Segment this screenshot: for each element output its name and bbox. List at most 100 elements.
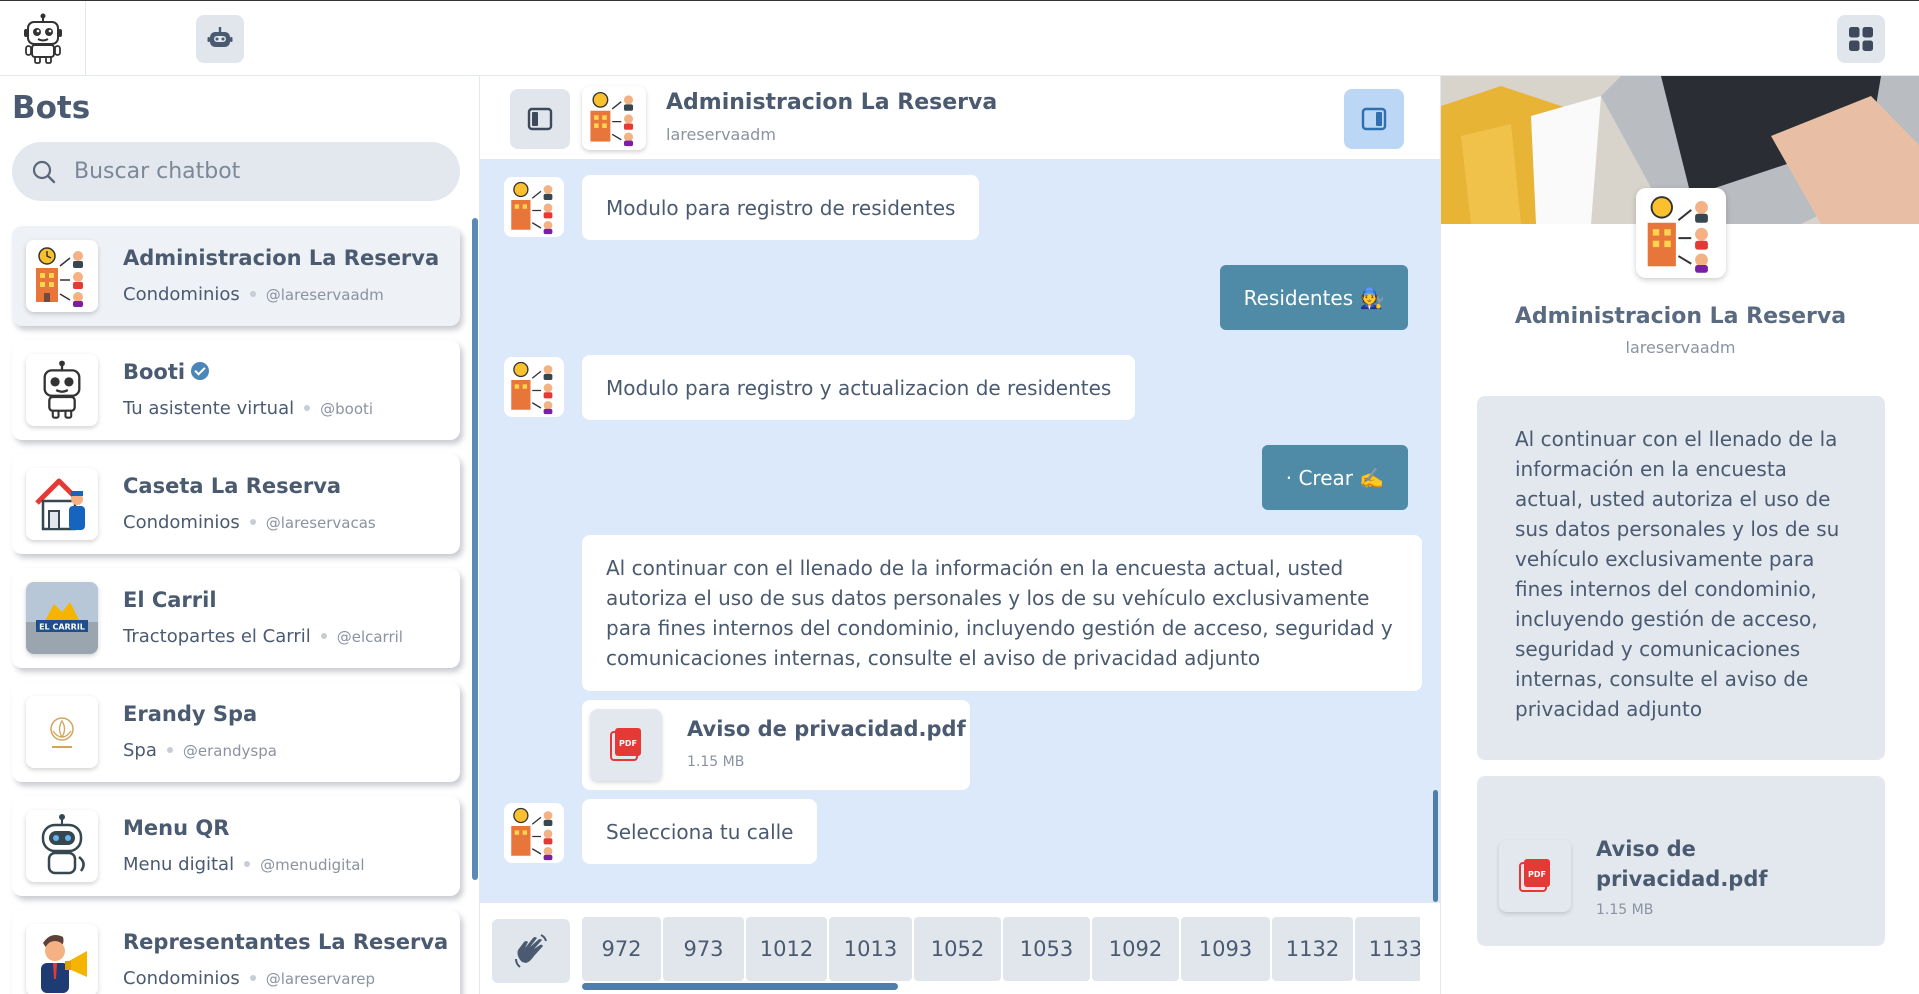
option-button[interactable]: 1132 [1272,917,1353,981]
option-button[interactable]: 973 [663,917,744,981]
separator-dot [249,974,256,981]
bot-card-el-carril[interactable]: EL CARRIL El Carril Tractopartes el Carr… [12,568,460,668]
bot-handle: @booti [320,400,374,418]
spa-lotus-logo [50,717,74,748]
bot-card-representantes-la-reserva[interactable]: Representantes La Reserva Condominios @la… [12,910,460,994]
file-attachment[interactable]: PDF Aviso de privacidad.pdf 1.15 MB [582,700,970,790]
bot-avatar [26,468,98,540]
bot-category: Condominios [123,968,240,989]
sidebar-scrollbar[interactable] [472,218,478,880]
bot-category: Condominios [123,512,240,533]
bot-name: Menu QR [123,816,230,840]
option-button[interactable]: 972 [582,917,661,981]
bot-meta: Menu digital @menudigital [123,854,365,875]
separator-dot [320,632,327,639]
bot-name: Erandy Spa [123,702,258,726]
bot-category: Tractopartes el Carril [123,626,311,647]
bot-name: Caseta La Reserva [123,474,342,498]
option-button[interactable]: 1013 [829,917,912,981]
separator-dot [166,746,173,753]
bot-handle: @elcarril [336,628,403,646]
bot-card-erandy-spa[interactable]: Erandy Spa Spa @erandyspa [12,682,460,782]
bot-name: Representantes La Reserva [123,930,449,954]
option-button[interactable]: 1012 [746,917,827,981]
panel-file-size: 1.15 MB [1596,902,1654,918]
bot-card-booti[interactable]: Booti Tu asistente virtual @booti [12,340,460,440]
option-button[interactable]: 1093 [1181,917,1270,981]
bot-message-privacy: Al continuar con el llenado de la inform… [582,535,1422,691]
toggle-sidebar-button[interactable] [510,89,570,149]
chat-header: Administracion La Reserva lareservaadm [480,76,1440,160]
street-options: 972 973 1012 1013 1052 1053 1092 1093 1132 1133 [582,917,1420,981]
wave-button[interactable] [492,919,570,983]
panel-bot-avatar [1636,188,1726,278]
sidebar-title: Bots [12,90,91,126]
bot-meta: Spa @erandyspa [123,740,277,761]
bot-card-administracion-la-reserva[interactable]: Administracion La Reserva Condominios @la… [12,226,460,326]
bot-avatar [26,810,98,882]
option-button[interactable]: 1052 [914,917,1001,981]
panel-file-attachment[interactable]: PDF Aviso de privacidad.pdf 1.15 MB [1477,776,1885,946]
pdf-file-icon: PDF [590,709,662,781]
pdf-icon: PDF [610,728,641,761]
chat-area: Administracion La Reserva lareservaadm M… [480,76,1440,994]
verified-badge-icon [191,362,210,380]
bot-handle: @lareservaadm [265,286,384,304]
message-avatar [504,177,564,237]
separator-dot [244,860,251,867]
separator-dot [249,290,256,297]
bot-face-icon [207,27,233,47]
bots-nav-button[interactable] [196,15,244,63]
search-input[interactable] [74,159,414,184]
quick-reply-bar: 972 973 1012 1013 1052 1053 1092 1093 1132 1133 [480,902,1440,994]
message-avatar [504,357,564,417]
apps-grid-button[interactable] [1837,15,1885,63]
pdf-badge-text: PDF [1528,870,1546,879]
app-logo[interactable] [0,1,86,76]
search-box[interactable] [12,142,460,201]
option-button[interactable]: 1133 [1355,917,1420,981]
sidebar-left-icon [527,107,553,131]
bot-avatar: EL CARRIL [26,582,98,654]
robot-logo-icon [23,13,62,64]
user-message: · Crear ✍️ [1262,445,1408,510]
bot-handle: @lareservacas [265,514,376,532]
bot-name: Booti [123,360,186,384]
chat-bot-name: Administracion La Reserva [666,90,998,115]
bots-sidebar: Bots Buscar chatbot Administracion La Re… [0,76,480,994]
bot-card-menu-qr[interactable]: Menu QR Menu digital @menudigital [12,796,460,896]
sidebar-right-icon [1361,107,1387,131]
el-carril-logo: EL CARRIL [26,582,98,654]
pdf-icon: PDF [1519,859,1550,892]
option-button[interactable]: 1053 [1003,917,1090,981]
bot-list: Administracion La Reserva Condominios @la… [12,226,460,994]
waving-hand-icon [515,934,547,968]
file-size: 1.15 MB [687,754,745,770]
building-residents-icon [36,247,83,307]
bot-message: Selecciona tu calle [582,799,818,864]
toggle-info-panel-button[interactable] [1344,89,1404,149]
bot-handle: @erandyspa [182,742,277,760]
chat-bot-handle: lareservaadm [666,125,776,144]
option-button[interactable]: 1092 [1092,917,1179,981]
robot-waiter-icon [41,814,85,875]
bot-handle: @lareservarep [265,970,376,988]
bot-name-row: Booti [123,360,210,384]
bot-meta: Tu asistente virtual @booti [123,398,373,419]
bot-avatar [26,696,98,768]
bot-info-panel: Administracion La Reserva lareservaadm A… [1440,76,1919,994]
options-scrollbar[interactable] [582,983,898,990]
bot-category: Menu digital [123,854,235,875]
panel-bot-handle: lareservaadm [1625,338,1736,357]
building-residents-icon [1647,196,1708,273]
search-icon [32,160,56,183]
bot-card-caseta-la-reserva[interactable]: Caseta La Reserva Condominios @lareservac… [12,454,460,554]
bot-meta: Condominios @lareservacas [123,512,376,533]
bot-handle: @menudigital [260,856,365,874]
chat-bot-avatar[interactable] [582,86,646,150]
bot-name: El Carril [123,588,217,612]
grid-icon [1849,27,1873,51]
chat-scrollbar[interactable] [1433,790,1438,902]
building-residents-icon [511,361,553,415]
separator-dot [249,518,256,525]
